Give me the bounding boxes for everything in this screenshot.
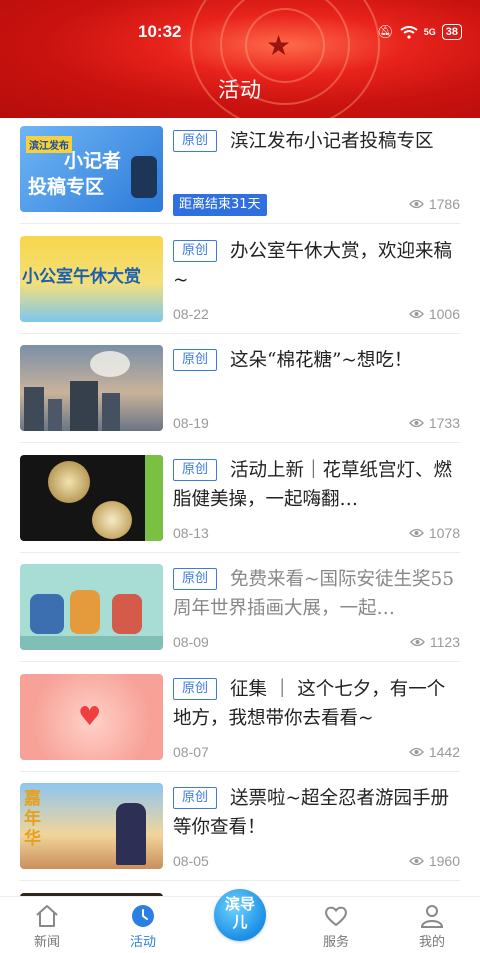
- item-date: 08-19: [173, 415, 209, 431]
- item-title: 这朵“棉花糖”~想吃！: [230, 350, 413, 371]
- item-title: 办公室午休大赏，欢迎来稿~: [173, 240, 453, 291]
- nav-label: 新闻: [33, 935, 60, 950]
- eye-icon: [408, 856, 424, 866]
- view-count: 1960: [408, 853, 460, 869]
- item-thumbnail: ♥: [20, 673, 163, 760]
- status-icons: 🔕︎ 5G 38: [377, 24, 462, 40]
- eye-icon: [410, 637, 425, 647]
- page-header: ★ 10:32 🔕︎ 5G 38 活动: [0, 0, 480, 118]
- item-date: 08-22: [173, 305, 209, 322]
- countdown-badge: 距离结束31天: [173, 194, 267, 216]
- item-thumbnail: [20, 454, 163, 541]
- activity-page: ★ 10:32 🔕︎ 5G 38 活动 滨江发布 小记者 投稿专区 原创 滨江发布小记者…: [0, 0, 480, 953]
- view-count: 1123: [410, 634, 460, 650]
- list-item[interactable]: ♥ 原创 征集 ｜ 这个七夕，有一个地方，我想带你去看看~ 08-07 1442: [20, 666, 460, 772]
- view-count-value: 1960: [428, 853, 460, 869]
- eye-icon: [408, 528, 424, 537]
- poster-line: 小公室午休大赏: [22, 266, 141, 287]
- view-count: 1733: [408, 415, 460, 431]
- clock-icon: [132, 905, 154, 927]
- bottom-nav: 新闻 活动 滨导儿 服务 我的: [0, 889, 480, 953]
- list-item[interactable]: 原创 免费来看~国际安徒生奖55周年世界插画大展，一起… 08-09 1123: [20, 556, 460, 662]
- item-title: 滨江发布小记者投稿专区: [230, 131, 434, 152]
- item-title: 征集 ｜ 这个七夕，有一个地方，我想带你去看看~: [173, 678, 446, 729]
- poster-line: 小记者: [64, 150, 122, 172]
- heart-icon: [325, 906, 347, 927]
- item-thumbnail: 嘉年华: [20, 783, 163, 869]
- list-item[interactable]: 原创 这朵“棉花糖”~想吃！ 08-19 1733: [20, 337, 460, 443]
- list-item[interactable]: 小公室午休大赏 原创 办公室午休大赏，欢迎来稿~ 08-22 1006: [20, 228, 460, 334]
- nav-label: 服务: [322, 935, 349, 950]
- activity-list[interactable]: 滨江发布 小记者 投稿专区 原创 滨江发布小记者投稿专区 距离结束31天 1786 小公室午休…: [0, 118, 480, 896]
- view-count: 1078: [408, 524, 460, 541]
- list-item[interactable]: 嘉年华 原创 送票啦~超全忍者游园手册等你查看！ 08-05 1960: [20, 775, 460, 881]
- view-count-value: 1123: [429, 634, 460, 650]
- view-count: 1786: [408, 196, 460, 212]
- nav-item-activity[interactable]: 活动: [113, 897, 173, 953]
- battery-indicator: 38: [441, 24, 462, 40]
- item-title: 送票啦~超全忍者游园手册等你查看！: [173, 788, 450, 838]
- home-icon: [36, 905, 58, 927]
- poster-line: 嘉年华: [24, 789, 41, 849]
- mute-icon: 🔕︎: [377, 24, 394, 39]
- eye-icon: [408, 309, 424, 318]
- view-count: 1442: [408, 743, 460, 760]
- center-logo-text: 滨导儿: [224, 895, 255, 931]
- item-date: 08-05: [173, 853, 209, 869]
- eye-icon: [408, 199, 424, 209]
- center-logo-button[interactable]: 滨导儿: [214, 889, 266, 941]
- item-thumbnail: 小公室午休大赏: [20, 235, 163, 322]
- eye-icon: [408, 747, 424, 756]
- view-count-value: 1786: [428, 196, 460, 212]
- status-bar: 10:32 🔕︎ 5G 38: [0, 20, 480, 46]
- view-count-value: 1442: [428, 743, 460, 760]
- item-title: 活动上新｜花草纸宫灯、燃脂健美操，一起嗨翻…: [173, 459, 453, 510]
- eye-icon: [408, 418, 424, 428]
- view-count: 1006: [408, 305, 460, 322]
- item-date: 08-07: [173, 743, 209, 760]
- signal-icon: 5G: [423, 27, 436, 37]
- poster-line: 投稿专区: [28, 176, 105, 198]
- nav-item-mine[interactable]: 我的: [402, 897, 462, 953]
- item-thumbnail: [20, 345, 163, 431]
- page-title: 活动: [218, 78, 262, 102]
- item-thumbnail: 滨江发布 小记者 投稿专区: [20, 126, 163, 212]
- item-title: 免费来看~国际安徒生奖55周年世界插画大展，一起…: [173, 569, 455, 619]
- list-item[interactable]: 滨江发布 小记者 投稿专区 原创 滨江发布小记者投稿专区 距离结束31天 1786: [20, 118, 460, 224]
- nav-item-service[interactable]: 服务: [306, 897, 366, 953]
- nav-label: 我的: [418, 935, 445, 950]
- wifi-icon: [400, 25, 418, 39]
- view-count-value: 1006: [428, 305, 460, 322]
- view-count-value: 1078: [428, 524, 460, 541]
- nav-label: 活动: [129, 935, 156, 950]
- item-thumbnail: [20, 564, 163, 650]
- user-icon: [420, 905, 444, 928]
- nav-item-news[interactable]: 新闻: [17, 897, 77, 953]
- list-item[interactable]: 原创 活动上新｜花草纸宫灯、燃脂健美操，一起嗨翻… 08-13 1078: [20, 447, 460, 553]
- view-count-value: 1733: [428, 415, 460, 431]
- status-time: 10:32: [138, 22, 182, 41]
- item-date: 08-13: [173, 524, 209, 541]
- item-date: 08-09: [173, 634, 209, 650]
